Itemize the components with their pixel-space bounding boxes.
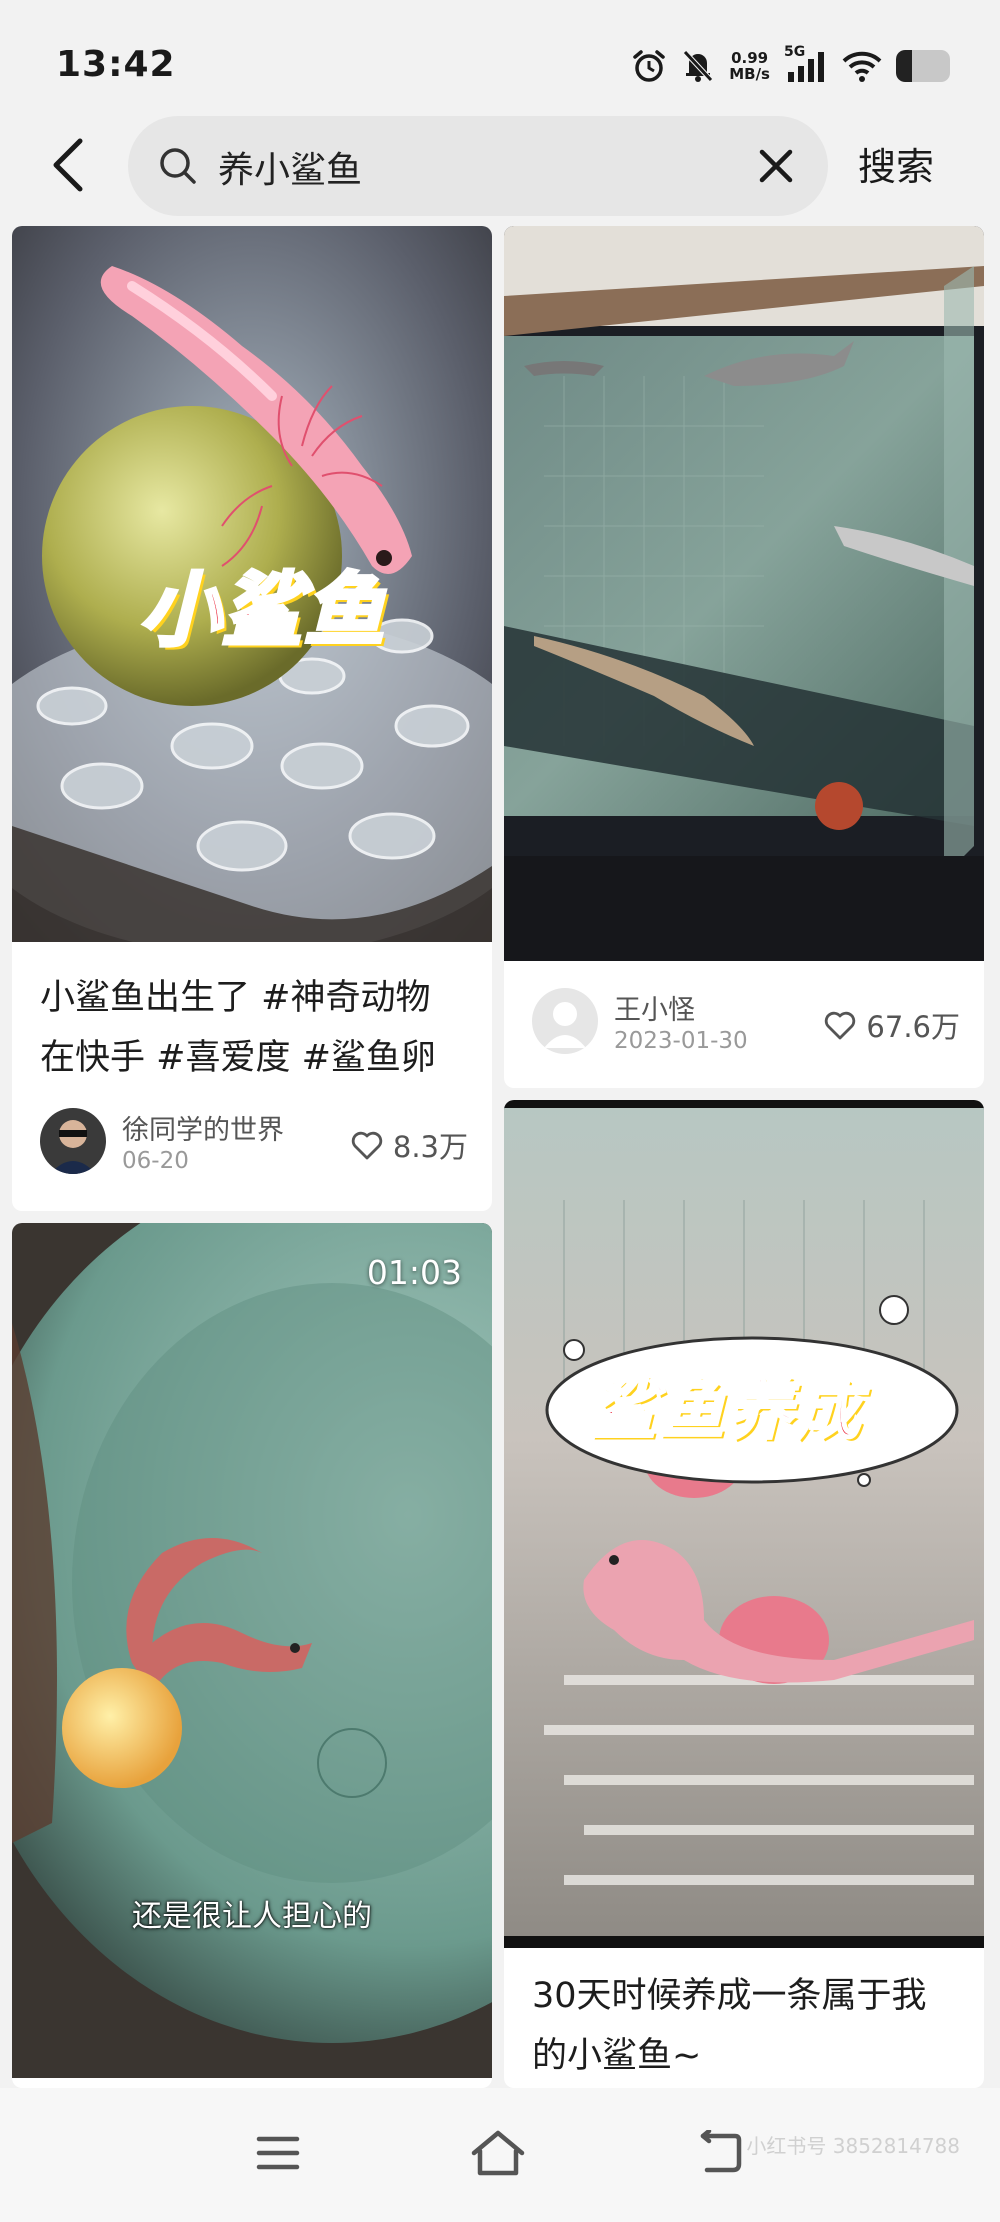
net-speed: 0.99 MB/s	[729, 50, 770, 82]
home-button[interactable]	[458, 2118, 538, 2188]
system-nav-bar: 小红书号 3852814788	[0, 2088, 1000, 2222]
author-row: 徐同学的世界 06-20 8.3万	[40, 1108, 468, 1178]
signal-icon: 5G	[784, 44, 828, 84]
alarm-icon	[633, 50, 665, 82]
mute-icon	[683, 50, 714, 82]
search-box[interactable]	[128, 116, 828, 216]
video-duration: 01:03	[366, 1253, 462, 1292]
status-icons: 0.99 MB/s 5G	[631, 44, 950, 88]
video-thumbnail: 小鲨鱼	[12, 226, 492, 942]
heart-icon	[825, 1011, 856, 1040]
heart-icon	[351, 1131, 383, 1160]
battery-fill	[896, 50, 913, 82]
back-button[interactable]	[38, 130, 98, 200]
close-icon[interactable]	[754, 144, 798, 188]
like-count: 8.3万	[392, 1130, 468, 1164]
search-header: 搜索	[0, 110, 1000, 230]
avatar[interactable]	[40, 1108, 106, 1174]
like-button[interactable]: 67.6万	[824, 1004, 960, 1046]
overlay-title: 鲨鱼养成	[589, 1370, 862, 1450]
like-count: 67.6万	[866, 1010, 960, 1044]
battery-icon	[896, 50, 950, 82]
author-name[interactable]: 王小怪	[614, 988, 695, 1027]
video-thumbnail: 01:03 还是很让人担心的	[12, 1223, 492, 2078]
video-thumbnail: 鲨鱼养成	[504, 1100, 984, 1948]
video-subtitle: 还是很让人担心的	[132, 1899, 372, 1934]
card-title: 小鲨鱼出生了 #神奇动物在快手 #喜爱度 #鲨鱼卵	[40, 978, 436, 1078]
watermark: 小红书号 3852814788	[746, 2134, 960, 2158]
overlay-title: 小鲨鱼	[138, 562, 386, 659]
results-feed: 小鲨鱼 小鲨鱼出生了 #神奇动物在快手 #喜爱度 #鲨鱼卵 徐同学的世界 06-…	[0, 226, 1000, 2088]
back-nav-icon	[700, 2130, 742, 2173]
post-date: 2023-01-30	[614, 1028, 748, 1054]
wifi-icon	[842, 51, 882, 82]
author-name[interactable]: 徐同学的世界	[122, 1108, 284, 1147]
home-icon	[471, 2130, 525, 2176]
like-button[interactable]: 8.3万	[351, 1124, 468, 1166]
menu-icon	[256, 2136, 300, 2170]
result-card[interactable]: 小鲨鱼 小鲨鱼出生了 #神奇动物在快手 #喜爱度 #鲨鱼卵 徐同学的世界 06-…	[12, 226, 492, 1211]
search-icon	[160, 148, 196, 184]
net-speed-unit: MB/s	[729, 65, 770, 83]
chevron-left-icon	[53, 138, 83, 192]
result-card[interactable]: 鲨鱼养成 30天时候养成一条属于我的小鲨鱼~	[504, 1100, 984, 2088]
search-button[interactable]: 搜索	[858, 136, 934, 191]
video-thumbnail	[504, 226, 984, 961]
search-input[interactable]	[216, 136, 740, 198]
result-card[interactable]: 王小怪 2023-01-30 67.6万	[504, 226, 984, 1088]
author-row: 王小怪 2023-01-30 67.6万	[532, 988, 960, 1058]
status-time: 13:42	[56, 44, 176, 85]
menu-button[interactable]	[238, 2118, 318, 2188]
net-speed-value: 0.99	[731, 49, 769, 67]
card-title: 30天时候养成一条属于我的小鲨鱼~	[532, 1976, 927, 2076]
post-date: 06-20	[122, 1148, 189, 1174]
avatar[interactable]	[532, 988, 598, 1054]
result-card[interactable]: 01:03 还是很让人担心的	[12, 1223, 492, 2088]
